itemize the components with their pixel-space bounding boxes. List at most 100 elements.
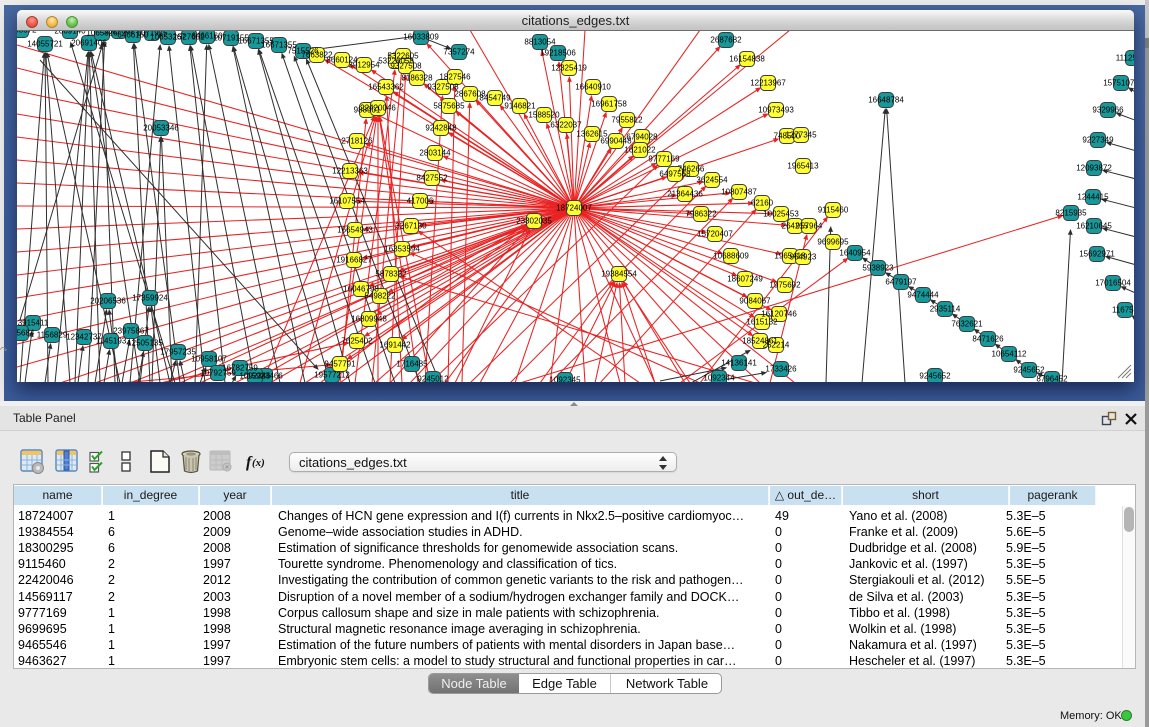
svg-text:16654943: 16654943 <box>337 226 373 235</box>
svg-text:10792759: 10792759 <box>200 369 236 378</box>
svg-text:2069140: 2069140 <box>54 31 86 36</box>
svg-text:12505135: 12505135 <box>127 339 163 348</box>
svg-text:16353594: 16353594 <box>384 245 420 254</box>
svg-text:7986322: 7986322 <box>685 210 717 219</box>
svg-text:12213967: 12213967 <box>750 79 786 88</box>
svg-text:9457791: 9457791 <box>324 360 356 369</box>
svg-text:1827546: 1827546 <box>439 73 471 82</box>
svg-text:1145193: 1145193 <box>96 337 127 346</box>
svg-text:9227349: 9227349 <box>1082 136 1114 145</box>
svg-text:5498222: 5498222 <box>364 292 396 301</box>
svg-text:16210645: 16210645 <box>1076 222 1112 231</box>
svg-text:1615132: 1615132 <box>746 318 778 327</box>
svg-text:2935114: 2935114 <box>930 305 961 314</box>
svg-text:1716485: 1716485 <box>396 360 428 369</box>
svg-text:12093872: 12093872 <box>1076 164 1112 173</box>
svg-text:12325419: 12325419 <box>551 64 587 73</box>
svg-text:9245012: 9245012 <box>417 375 449 383</box>
svg-text:1965413: 1965413 <box>787 162 819 171</box>
svg-text:15720407: 15720407 <box>697 230 733 239</box>
svg-text:16648784: 16648784 <box>868 96 904 105</box>
svg-text:1092345: 1092345 <box>549 376 581 383</box>
svg-text:8215935: 8215935 <box>1055 209 1087 218</box>
svg-text:10807487: 10807487 <box>721 188 757 197</box>
svg-text:16543362: 16543362 <box>368 83 404 92</box>
svg-text:6990448: 6990448 <box>600 137 632 146</box>
svg-text:9146821: 9146821 <box>504 102 536 111</box>
svg-text:1640954: 1640954 <box>839 249 871 258</box>
svg-text:9242848: 9242848 <box>425 124 457 133</box>
svg-text:8796452: 8796452 <box>1036 375 1068 383</box>
svg-text:8813054: 8813054 <box>524 38 556 47</box>
svg-text:417006: 417006 <box>407 197 434 206</box>
svg-text:7357274: 7357274 <box>443 48 475 57</box>
svg-text:1975692: 1975692 <box>769 281 801 290</box>
svg-text:16107554: 16107554 <box>329 197 365 206</box>
svg-text:17016504: 17016504 <box>1095 279 1131 288</box>
svg-text:8427552: 8427552 <box>416 174 448 183</box>
svg-text:915684: 915684 <box>17 329 35 338</box>
svg-text:10973493: 10973493 <box>758 106 794 115</box>
svg-text:9777169: 9777169 <box>648 155 680 164</box>
svg-text:20053346: 20053346 <box>143 124 179 133</box>
svg-text:8471626: 8471626 <box>972 335 1004 344</box>
svg-text:9327508: 9327508 <box>390 62 422 71</box>
svg-text:23302035: 23302035 <box>516 217 552 226</box>
svg-text:1277345: 1277345 <box>785 131 817 140</box>
svg-text:11125419: 11125419 <box>1116 54 1134 63</box>
svg-text:6322037: 6322037 <box>550 121 582 130</box>
svg-text:20691406: 20691406 <box>71 39 107 48</box>
svg-text:17359924: 17359924 <box>132 294 168 303</box>
svg-text:15692971: 15692971 <box>1079 250 1115 259</box>
svg-text:2803144: 2803144 <box>419 149 451 158</box>
svg-text:9245652: 9245652 <box>1013 366 1045 375</box>
svg-text:1805572: 1805572 <box>17 31 37 35</box>
svg-text:1156829: 1156829 <box>37 331 68 340</box>
svg-text:8186328: 8186328 <box>401 74 433 83</box>
svg-text:10025453: 10025453 <box>763 210 799 219</box>
svg-text:16640910: 16640910 <box>575 83 611 92</box>
svg-text:3267130: 3267130 <box>395 222 427 231</box>
svg-text:116753: 116753 <box>1112 306 1134 315</box>
svg-text:5878332: 5878332 <box>375 270 407 279</box>
svg-text:9084067: 9084067 <box>739 297 771 306</box>
svg-text:1244415: 1244415 <box>1077 193 1109 202</box>
svg-text:1588520: 1588520 <box>528 111 560 120</box>
svg-text:12213363: 12213363 <box>332 167 368 176</box>
svg-text:9329966: 9329966 <box>1092 106 1124 115</box>
svg-text:1691442: 1691442 <box>379 341 411 350</box>
svg-text:18607249: 18607249 <box>727 275 763 284</box>
svg-text:5322605: 5322605 <box>387 52 419 61</box>
svg-text:1733426: 1733426 <box>765 365 797 374</box>
svg-text:5875685: 5875685 <box>433 102 465 111</box>
svg-text:15751074: 15751074 <box>1103 79 1134 88</box>
svg-text:3912954: 3912954 <box>348 61 380 70</box>
svg-text:10688609: 10688609 <box>713 252 749 261</box>
svg-text:16033809: 16033809 <box>403 33 439 42</box>
svg-text:3915411: 3915411 <box>18 319 49 328</box>
svg-text:5938923: 5938923 <box>862 264 894 273</box>
svg-text:10654112: 10654112 <box>992 350 1028 359</box>
svg-text:1621022: 1621022 <box>624 146 656 155</box>
svg-text:20206536: 20206536 <box>90 297 126 306</box>
svg-text:6479197: 6479197 <box>885 278 917 287</box>
svg-text:16961758: 16961758 <box>591 100 627 109</box>
svg-text:7625402: 7625402 <box>341 337 373 346</box>
svg-text:(x): (x) <box>252 457 265 469</box>
svg-text:22420046: 22420046 <box>360 104 396 113</box>
svg-text:7632621: 7632621 <box>951 320 983 329</box>
svg-text:10958107: 10958107 <box>191 355 227 364</box>
svg-text:9699695: 9699695 <box>817 238 849 247</box>
svg-text:3624554: 3624554 <box>696 176 728 185</box>
svg-text:21364436: 21364436 <box>667 190 703 199</box>
svg-text:2718126: 2718126 <box>341 137 373 146</box>
svg-text:19384554: 19384554 <box>601 270 637 279</box>
svg-text:18724007: 18724007 <box>556 204 592 213</box>
svg-text:19166827: 19166827 <box>336 256 372 265</box>
svg-text:6497568: 6497568 <box>659 170 691 179</box>
svg-text:14136141: 14136141 <box>721 359 757 368</box>
svg-text:16809948: 16809948 <box>351 315 387 324</box>
svg-text:23975867: 23975867 <box>113 327 149 336</box>
svg-text:1092344: 1092344 <box>703 374 735 383</box>
svg-text:16154838: 16154838 <box>729 55 765 64</box>
